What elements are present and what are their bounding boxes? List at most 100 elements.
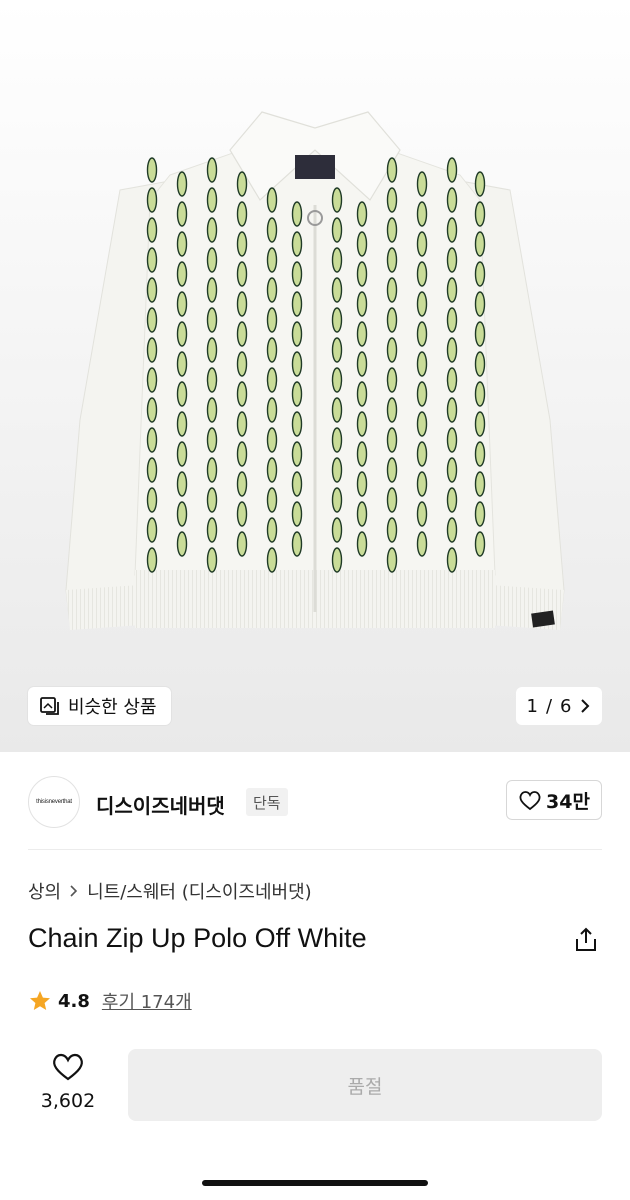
- chain-link: [266, 517, 278, 543]
- chain-link: [146, 187, 158, 213]
- chain-link: [416, 501, 428, 527]
- chain-link: [146, 247, 158, 273]
- chain-link: [356, 231, 368, 257]
- chain-link: [446, 487, 458, 513]
- chain-link: [266, 247, 278, 273]
- chevron-right-icon: [69, 884, 79, 898]
- chain-link: [206, 307, 218, 333]
- chain-link: [386, 187, 398, 213]
- chain-link: [474, 411, 486, 437]
- chain-link: [176, 351, 188, 377]
- chain-link: [266, 277, 278, 303]
- chain-link: [386, 277, 398, 303]
- chain-link: [446, 547, 458, 573]
- chain-link: [291, 231, 303, 257]
- pager-separator: /: [545, 695, 553, 717]
- chain-link: [291, 291, 303, 317]
- chain-link: [386, 397, 398, 423]
- brand-logo-text: thisisneverthat: [36, 799, 72, 805]
- chain-link: [146, 367, 158, 393]
- chain-link: [206, 397, 218, 423]
- breadcrumb-category[interactable]: 상의: [28, 878, 61, 904]
- star-icon: [28, 989, 52, 1013]
- rating-row: 4.8 후기 174개: [28, 988, 192, 1014]
- chain-link: [416, 411, 428, 437]
- chain-link: [206, 367, 218, 393]
- chain-link: [331, 487, 343, 513]
- exclusive-badge: 단독: [246, 788, 288, 816]
- chain-link: [331, 307, 343, 333]
- chain-link: [206, 457, 218, 483]
- chain-link: [416, 381, 428, 407]
- chain-link: [206, 547, 218, 573]
- chain-link: [236, 411, 248, 437]
- chain-link: [236, 441, 248, 467]
- chain-link: [446, 367, 458, 393]
- chain-link: [386, 427, 398, 453]
- chain-link: [291, 471, 303, 497]
- chain-link: [176, 291, 188, 317]
- chain-link: [176, 531, 188, 557]
- chain-link: [386, 457, 398, 483]
- chain-link: [236, 531, 248, 557]
- breadcrumb-subcategory[interactable]: 니트/스웨터 (디스이즈네버댓): [87, 878, 312, 904]
- product-title: Chain Zip Up Polo Off White: [28, 923, 367, 953]
- breadcrumb: 상의 니트/스웨터 (디스이즈네버댓): [28, 878, 312, 904]
- image-pager[interactable]: 1 / 6: [516, 687, 602, 725]
- chain-link: [176, 231, 188, 257]
- similar-products-button[interactable]: 비슷한 상품: [28, 687, 171, 725]
- chain-link: [206, 277, 218, 303]
- chain-link: [236, 231, 248, 257]
- wishlist-button[interactable]: 3,602: [28, 1052, 108, 1118]
- chain-link: [146, 517, 158, 543]
- chain-link: [331, 457, 343, 483]
- chain-link: [146, 487, 158, 513]
- brand-logo[interactable]: thisisneverthat: [28, 776, 80, 828]
- chain-link: [146, 547, 158, 573]
- chain-link: [146, 307, 158, 333]
- chain-link: [386, 157, 398, 183]
- chain-link: [266, 217, 278, 243]
- chain-link: [206, 517, 218, 543]
- chain-link: [416, 261, 428, 287]
- chain-link: [266, 397, 278, 423]
- chain-link: [146, 157, 158, 183]
- chain-link: [331, 547, 343, 573]
- chain-link: [474, 351, 486, 377]
- chain-link: [146, 397, 158, 423]
- chain-link: [206, 427, 218, 453]
- chain-link: [474, 291, 486, 317]
- chain-link: [266, 457, 278, 483]
- chain-link: [356, 411, 368, 437]
- product-image-gallery[interactable]: 비슷한 상품 1 / 6: [0, 0, 630, 752]
- chain-link: [146, 427, 158, 453]
- review-link[interactable]: 후기 174개: [102, 988, 192, 1014]
- chain-link: [474, 171, 486, 197]
- chain-link: [331, 217, 343, 243]
- chain-link: [236, 501, 248, 527]
- chain-link: [356, 201, 368, 227]
- chain-link: [266, 337, 278, 363]
- chain-link: [236, 321, 248, 347]
- chain-link: [266, 487, 278, 513]
- chain-link: [291, 201, 303, 227]
- chain-link: [331, 277, 343, 303]
- rating-score: 4.8: [58, 990, 90, 1012]
- chain-link: [474, 471, 486, 497]
- chain-link: [236, 351, 248, 377]
- brand-name[interactable]: 디스이즈네버댓: [96, 790, 225, 819]
- chain-link: [236, 381, 248, 407]
- chain-link: [176, 471, 188, 497]
- chain-link: [331, 397, 343, 423]
- chain-link: [291, 381, 303, 407]
- chain-link: [331, 337, 343, 363]
- chain-link: [416, 201, 428, 227]
- chain-link: [474, 231, 486, 257]
- brand-like-count: 34만: [546, 790, 590, 813]
- chain-link: [236, 171, 248, 197]
- chevron-right-icon: [579, 698, 591, 714]
- brand-like-button[interactable]: 34만: [506, 780, 602, 820]
- chain-link: [416, 351, 428, 377]
- chain-link: [416, 291, 428, 317]
- share-icon[interactable]: [572, 926, 600, 954]
